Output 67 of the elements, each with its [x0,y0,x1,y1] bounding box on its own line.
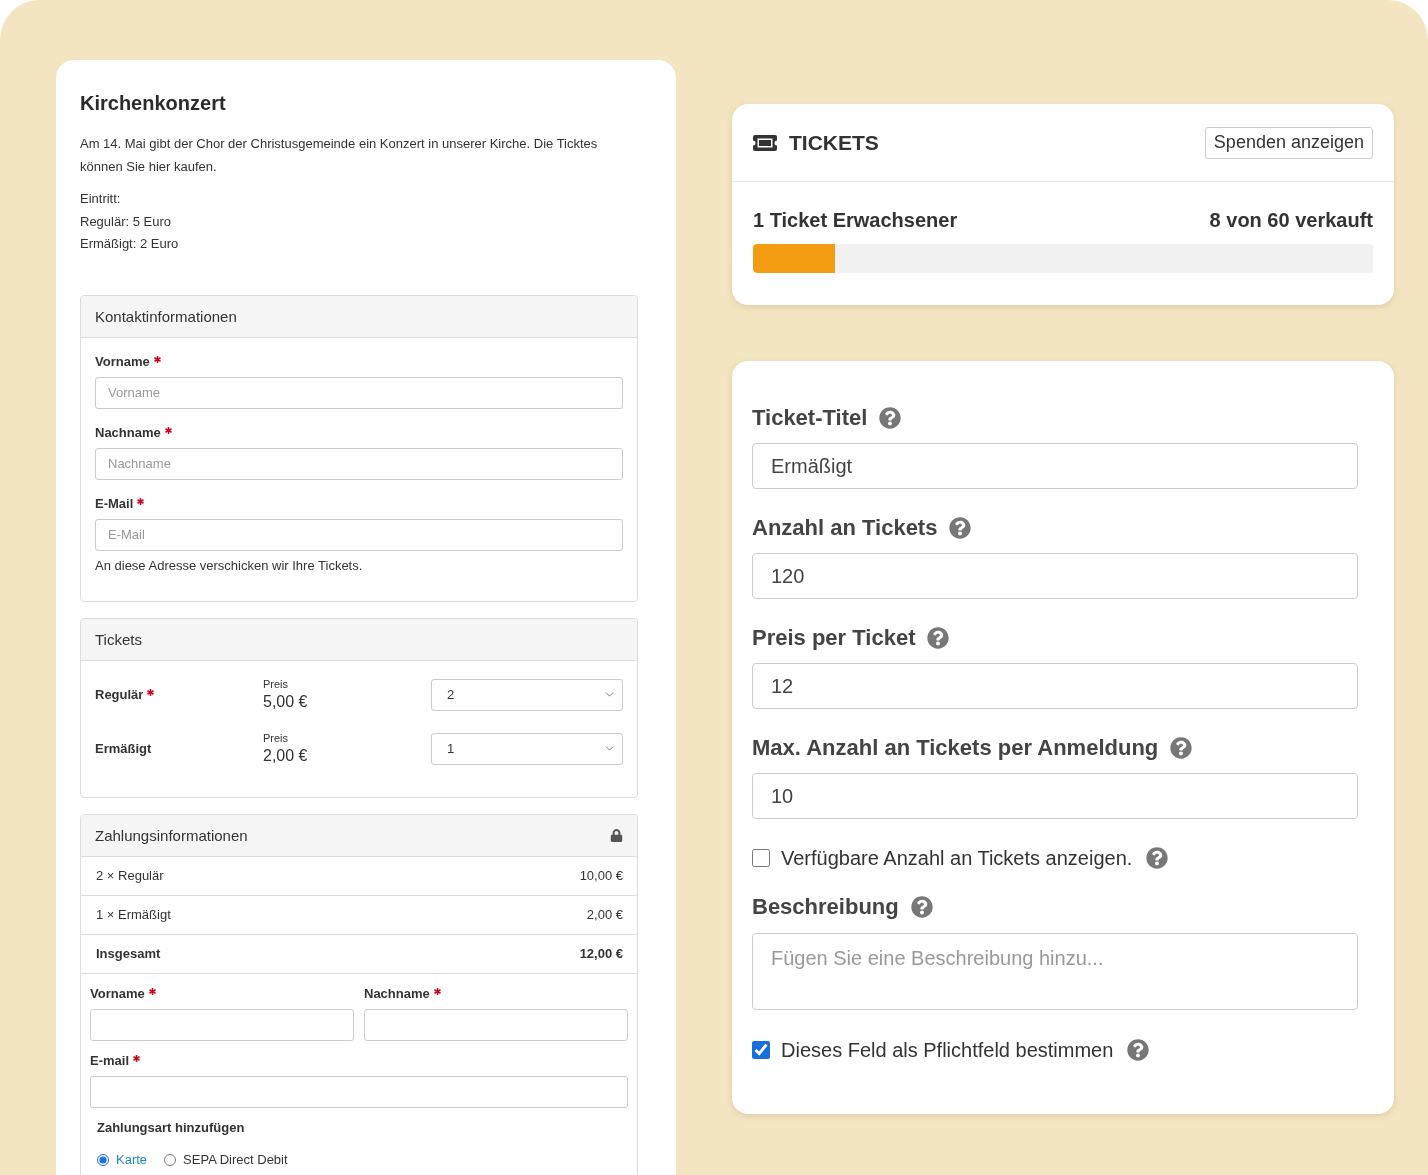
checkbox-label[interactable]: Verfügbare Anzahl an Tickets anzeigen. [781,846,1133,870]
radio-button[interactable] [164,1153,177,1166]
radio-label[interactable]: SEPA Direct Debit [183,1150,288,1169]
text-field[interactable]: E-Mail [95,518,623,551]
help-icon[interactable] [910,896,933,918]
description-textarea[interactable]: Fügen Sie eine Beschreibung hinzu... [752,933,1358,1010]
admission-line: Ermäßigt: 2 Euro [80,235,179,253]
radio-button[interactable] [97,1153,109,1166]
event-description: Am 14. Mai gibt der Chor der Christusgemeinde ein Konzert in unserer Kirche. Die Ticktes können Sie hier kaufen. [80,135,599,176]
field-label: Beschreibung [752,893,899,921]
text-field[interactable]: 10 [752,773,1358,819]
checkbox-label[interactable]: Dieses Feld als Pflichtfeld bestimmen [781,1038,1114,1062]
field-label: Vorname [95,352,150,371]
ticket-price: 2,00 € [263,745,308,766]
price-caption: Preis [263,730,289,745]
lock-icon [610,828,623,842]
text-field[interactable]: 12 [752,663,1358,709]
line-item-amount: 10,00 € [579,868,623,883]
text-field[interactable]: Nachname [95,447,623,480]
help-icon[interactable] [1127,1039,1150,1061]
line-item-label: 1 × Ermäßigt [96,907,171,922]
text-field[interactable]: Ermäßigt [752,443,1358,489]
text-field[interactable]: Vorname [95,376,623,409]
field-label: E-mail [90,1051,129,1070]
line-item-amount: 2,00 € [586,907,623,922]
quantity-select[interactable]: 2 [431,678,623,711]
field-label: Ticket-Titel [752,404,868,432]
help-icon[interactable] [1170,737,1193,759]
help-icon[interactable] [879,407,902,429]
text-field[interactable]: 120 [752,553,1358,599]
field-label: Preis per Ticket [752,624,916,652]
help-icon[interactable] [927,627,950,649]
show-donations-button[interactable]: Spenden anzeigen [1204,126,1373,159]
text-field[interactable] [364,1008,628,1041]
field-label: Nachname [95,423,161,442]
field-label: Max. Anzahl an Tickets per Anmeldung [752,734,1159,762]
panel-title: Tickets [95,630,142,648]
admission-line: Regulär: 5 Euro [80,212,172,231]
panel-title: Kontaktinformationen [95,307,237,325]
help-icon[interactable] [949,517,972,539]
price-caption: Preis [263,676,289,691]
ticket-name: 1 Ticket Erwachsener [753,208,958,232]
card-title: TICKETS [789,130,879,155]
admission-line: Eintritt: [80,190,121,208]
checkbox[interactable] [752,1041,770,1059]
field-label: Anzahl an Tickets [752,514,938,542]
hint-text: An diese Adresse verschicken wir Ihre Tickets. [95,556,364,575]
text-field[interactable] [90,1008,354,1041]
text-field[interactable] [90,1075,628,1108]
ticket-icon [753,134,777,151]
ticket-type-label: Ermäßigt [95,739,152,758]
event-title: Kirchenkonzert [80,91,227,116]
panel-title: Zahlungsinformationen [95,826,248,844]
ticket-type-label: Regulär [95,685,144,704]
section-label: Zahlungsart hinzufügen [96,1118,246,1137]
total-amount: 12,00 € [579,946,623,961]
field-label: Vorname [90,984,145,1003]
line-item-label: 2 × Regulär [96,868,164,883]
radio-label[interactable]: Karte [116,1150,148,1169]
field-label: Nachname [364,984,430,1003]
checkbox[interactable] [752,849,770,867]
field-label: E-Mail [95,494,134,513]
sold-count: 8 von 60 verkauft [1209,208,1373,232]
help-icon[interactable] [1146,847,1169,869]
quantity-select[interactable]: 1 [431,732,623,765]
ticket-price: 5,00 € [263,691,308,712]
total-label: Insgesamt [96,946,161,961]
